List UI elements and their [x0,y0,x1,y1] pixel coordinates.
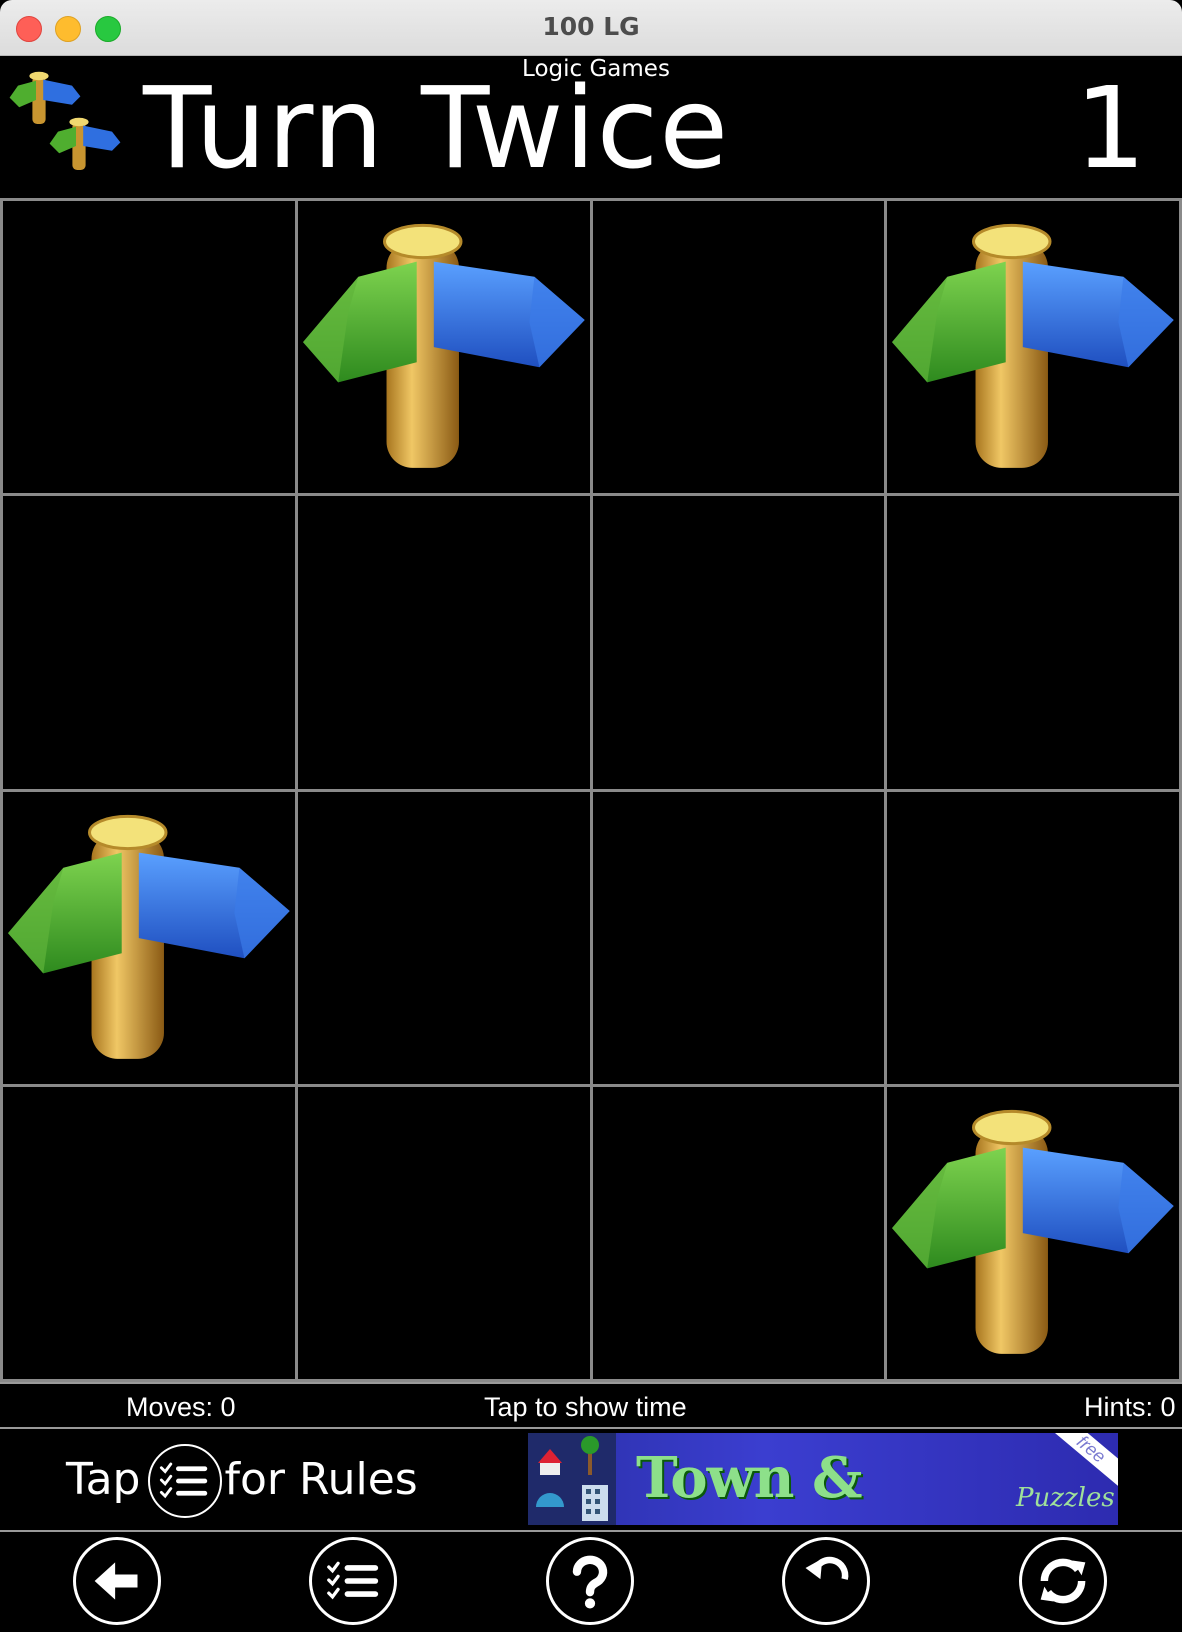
back-arrow-icon [94,1562,138,1600]
restart-button[interactable] [1019,1537,1107,1625]
board-cell-signpost[interactable] [887,1086,1179,1379]
undo-icon [805,1556,849,1580]
board-cell-signpost[interactable] [887,201,1179,494]
undo-button[interactable] [782,1537,870,1625]
board-cell-signpost[interactable] [3,791,295,1084]
game-board [0,198,1182,1382]
rules-suffix-text: for Rules [224,1454,418,1505]
rules-hint[interactable]: Tap for Rules [66,1450,418,1510]
board-cell-empty[interactable] [887,791,1179,1084]
signpost-icon [8,814,290,1059]
board-cell-empty[interactable] [592,201,885,494]
bottom-toolbar [0,1532,1182,1632]
rules-list-icon [327,1561,379,1600]
board-cell-empty[interactable] [3,496,295,789]
board-cell-empty[interactable] [592,791,885,1084]
game-title: Turn Twice [143,64,730,194]
help-icon [572,1555,608,1609]
board-cell-empty[interactable] [297,791,590,1084]
status-bar: Moves: 0 Tap to show time Hints: 0 [0,1384,1182,1428]
help-button[interactable] [546,1537,634,1625]
moves-counter: Moves: 0 [126,1392,236,1422]
level-number: 1 [1074,64,1146,194]
rules-tap-text: Tap [66,1454,141,1505]
ad-app-icon [528,1433,616,1525]
board-cell-empty[interactable] [592,496,885,789]
divider [0,1427,1182,1429]
game-logo-icon [9,71,121,170]
rules-list-icon[interactable] [148,1444,222,1518]
timer-toggle[interactable]: Tap to show time [484,1392,687,1423]
board-cell-empty[interactable] [887,496,1179,789]
board-cell-signpost[interactable] [297,201,590,494]
back-button[interactable] [73,1537,161,1625]
board-cell-empty[interactable] [297,496,590,789]
signpost-icon [892,223,1174,468]
board-cell-empty[interactable] [592,1086,885,1379]
rules-banner: Tap for Rules Town & Country Puzzles free [0,1430,1182,1530]
hints-counter: Hints: 0 [1084,1392,1176,1422]
restart-icon [1040,1558,1086,1604]
window-titlebar: 100 LG [0,0,1182,56]
signpost-icon [892,1109,1174,1354]
board-cell-empty[interactable] [3,1086,295,1379]
ad-subtitle: Puzzles [1016,1483,1115,1513]
rules-button[interactable] [309,1537,397,1625]
board-cell-empty[interactable] [3,201,295,494]
ad-banner[interactable]: Town & Country Puzzles free [528,1433,1118,1525]
signpost-icon [302,223,585,468]
window-title: 100 LG [542,12,640,41]
game-header: Logic Games Turn Twice 1 [0,56,1182,198]
board-cell-empty[interactable] [297,1086,590,1379]
